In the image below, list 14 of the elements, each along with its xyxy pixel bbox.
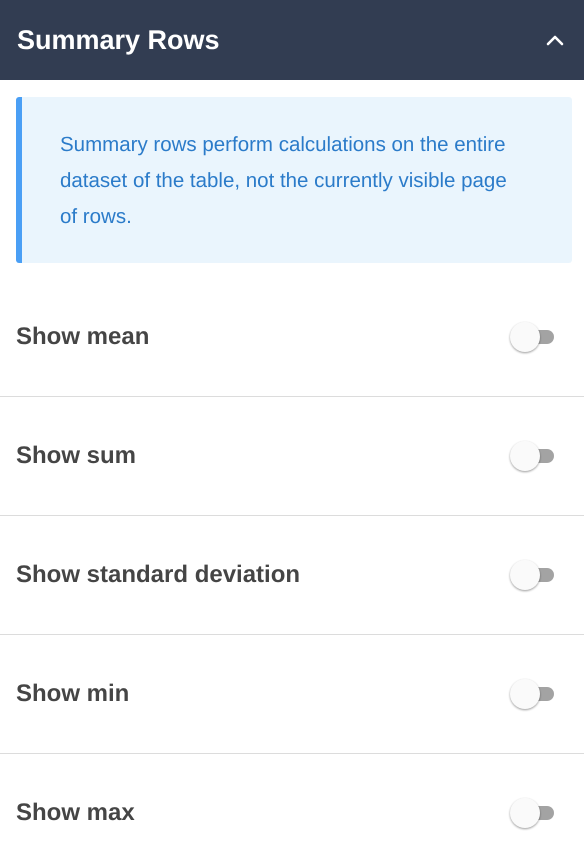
toggle-switch[interactable] bbox=[508, 558, 556, 592]
panel-header[interactable]: Summary Rows bbox=[0, 0, 584, 80]
panel-title: Summary Rows bbox=[17, 24, 220, 56]
toggle-switch[interactable] bbox=[508, 439, 556, 473]
option-label: Show mean bbox=[16, 323, 150, 351]
toggle-switch[interactable] bbox=[508, 320, 556, 354]
option-label: Show max bbox=[16, 799, 135, 827]
chevron-icon[interactable] bbox=[544, 33, 566, 47]
info-text: Summary rows perform calculations on the entire dataset of the table, not the currently visible page of rows. bbox=[60, 132, 508, 230]
toggle-switch[interactable] bbox=[508, 796, 556, 830]
toggle-switch[interactable] bbox=[508, 677, 556, 711]
option-label: Show min bbox=[16, 680, 130, 708]
option-label: Show standard deviation bbox=[16, 561, 300, 589]
option-label: Show sum bbox=[16, 442, 136, 470]
